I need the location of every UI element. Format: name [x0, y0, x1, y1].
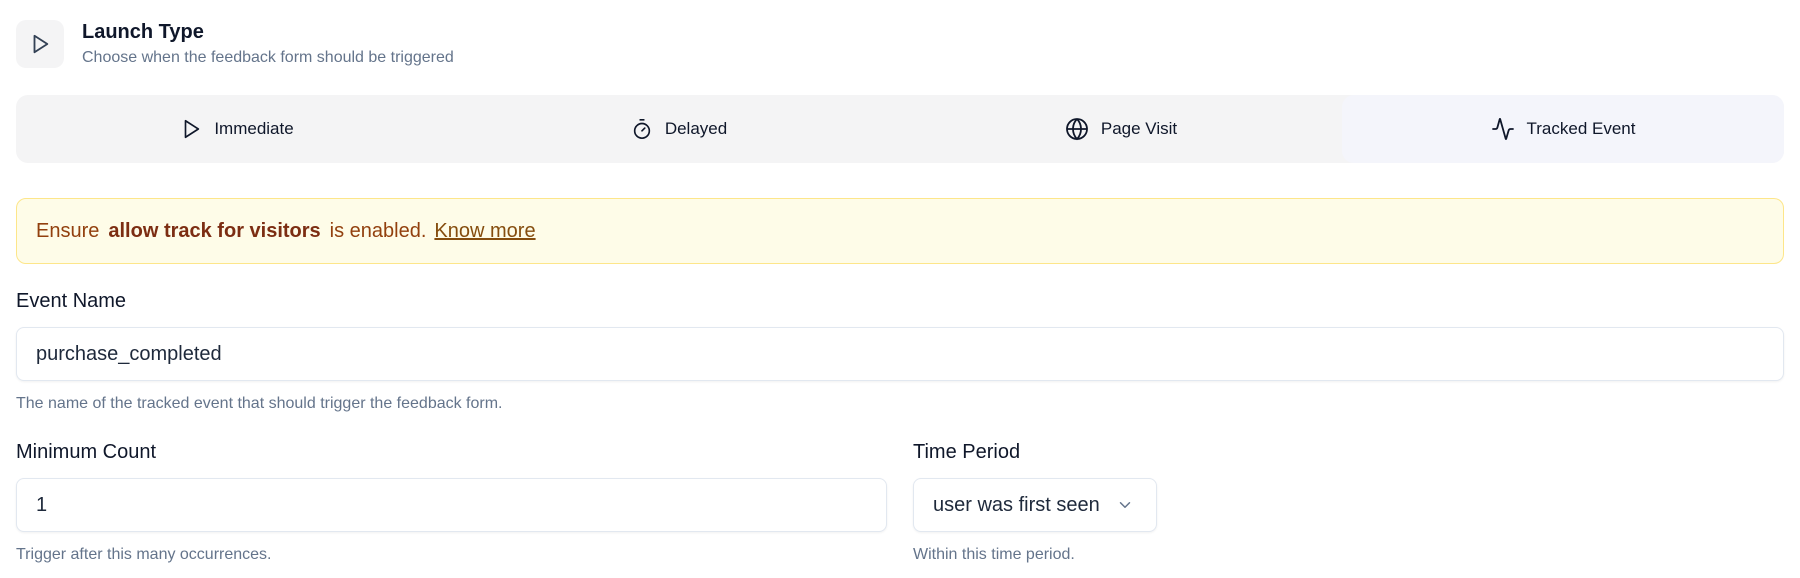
- launch-type-header: Launch Type Choose when the feedback for…: [16, 20, 454, 68]
- minimum-count-help: Trigger after this many occurrences.: [16, 546, 272, 563]
- tab-immediate[interactable]: Immediate: [16, 95, 458, 163]
- tab-delayed[interactable]: Delayed: [458, 95, 900, 163]
- event-name-help: The name of the tracked event that shoul…: [16, 395, 503, 412]
- globe-icon: [1065, 117, 1089, 141]
- time-period-value: user was first seen: [933, 493, 1100, 516]
- tab-tracked-event[interactable]: Tracked Event: [1342, 95, 1784, 163]
- tracking-alert: Ensure allow track for visitors is enabl…: [16, 198, 1784, 264]
- minimum-count-label: Minimum Count: [16, 441, 157, 463]
- tab-label: Page Visit: [1100, 119, 1178, 138]
- minimum-count-input[interactable]: 1: [16, 478, 887, 532]
- tab-label: Immediate: [214, 119, 294, 138]
- time-period-select[interactable]: user was first seen: [913, 478, 1157, 532]
- timer-icon: [631, 118, 653, 140]
- tab-label: Delayed: [664, 119, 728, 138]
- chevron-down-icon: [1116, 496, 1134, 514]
- play-icon: [16, 20, 64, 68]
- time-period-help: Within this time period.: [913, 546, 1075, 563]
- alert-suffix: is enabled.: [329, 219, 427, 242]
- launch-type-tabs: Immediate Delayed Page Visit Tracked Eve…: [16, 95, 1784, 163]
- know-more-link[interactable]: Know more: [434, 220, 535, 243]
- section-subtitle: Choose when the feedback form should be …: [82, 49, 454, 66]
- event-name-label: Event Name: [16, 290, 127, 312]
- tab-label: Tracked Event: [1526, 119, 1636, 138]
- activity-icon: [1491, 117, 1515, 141]
- alert-prefix: Ensure: [36, 219, 100, 242]
- play-icon: [180, 118, 202, 140]
- event-name-input[interactable]: purchase_completed: [16, 327, 1784, 381]
- alert-emphasis: allow track for visitors: [108, 219, 321, 242]
- tab-page-visit[interactable]: Page Visit: [900, 95, 1342, 163]
- section-title: Launch Type: [82, 21, 204, 43]
- time-period-label: Time Period: [913, 441, 1021, 463]
